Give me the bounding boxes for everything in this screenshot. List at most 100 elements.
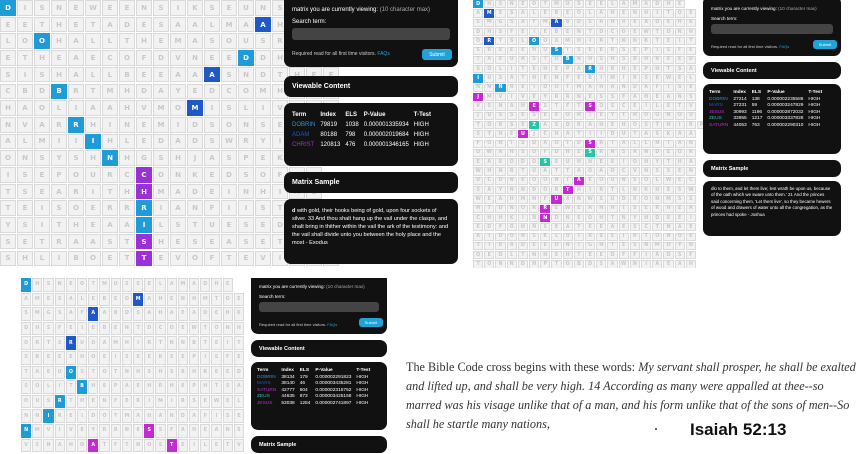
matrix-cell: S	[473, 18, 484, 27]
matrix-cell: S	[222, 380, 233, 394]
matrix-cell: A	[187, 33, 203, 50]
matrix-cell: S	[155, 438, 166, 453]
viewable-content-header-2[interactable]: Viewable Content	[703, 62, 841, 79]
faqs-link[interactable]: FAQs	[377, 51, 390, 57]
matrix-cell: E	[629, 46, 640, 55]
matrix-cell: P	[51, 167, 67, 183]
highlighted-letter: I	[85, 133, 101, 150]
matrix-cell: S	[166, 365, 177, 380]
matrix-cell: U	[238, 33, 254, 50]
matrix-cell: S	[77, 365, 88, 380]
viewable-content-header-3[interactable]: Viewable Content	[251, 340, 387, 357]
matrix-cell: T	[65, 394, 76, 409]
search-input[interactable]	[711, 24, 833, 34]
matrix-cell: S	[34, 150, 50, 166]
matrix-cell: J	[473, 111, 484, 120]
highlighted-letter: J	[473, 93, 484, 102]
matrix-cell: O	[99, 365, 110, 380]
matrix-cell: L	[200, 438, 211, 453]
matrix-cell: S	[495, 27, 506, 37]
matrix-cell: P	[641, 65, 652, 74]
search-input[interactable]	[292, 28, 450, 40]
table-row[interactable]: SATURN 44053 763 0.000002290310 HIGH	[709, 123, 827, 130]
matrix-cell: A	[551, 37, 562, 46]
matrix-cell: T	[585, 27, 596, 37]
highlighted-letter: M	[484, 9, 495, 18]
matrix-cell: U	[77, 336, 88, 350]
matrix-cell: O	[529, 148, 540, 158]
matrix-cell: E	[517, 176, 528, 185]
highlighted-letter: A	[573, 176, 584, 185]
submit-button[interactable]: Submit	[813, 40, 837, 49]
matrix-cell: S	[153, 0, 169, 16]
matrix-cell: S	[596, 93, 607, 102]
matrix-cell: O	[529, 158, 540, 167]
matrix-cell: S	[506, 9, 517, 18]
viewable-content-header-1[interactable]: Viewable Content	[284, 76, 458, 97]
highlighted-letter: M	[133, 292, 144, 307]
matrix-cell: H	[155, 307, 166, 321]
matrix-cell: F	[529, 18, 540, 27]
table-row[interactable]: DOBRIN 79819 1038 0.000001335934 HIGH	[292, 122, 436, 132]
matrix-cell: B	[189, 336, 200, 350]
matrix-cell: A	[607, 223, 618, 232]
matrix-cell: L	[155, 278, 166, 292]
matrix-cell: S	[204, 116, 220, 133]
matrix-cell: C	[221, 83, 237, 100]
matrix-cell: E	[88, 321, 99, 336]
matrix-cell: H	[596, 213, 607, 223]
matrix-cell: A	[641, 18, 652, 27]
matrix-cell: O	[629, 158, 640, 167]
faqs-link[interactable]: FAQs	[779, 44, 789, 49]
submit-button[interactable]: Submit	[422, 49, 452, 60]
table-row[interactable]: CHRIST 120813 476 0.000001346165 HIGH	[292, 142, 436, 152]
matrix-cell: D	[153, 50, 169, 66]
matrix-cell: E	[573, 74, 584, 83]
matrix-cell: D	[529, 139, 540, 148]
matrix-cell: D	[652, 213, 663, 223]
matrix-cell: I	[68, 100, 84, 116]
matrix-cell: S	[641, 120, 652, 130]
matrix-cell: A	[685, 158, 696, 167]
matrix-cell: Y	[170, 83, 186, 100]
matrix-cell: M	[153, 116, 169, 133]
matrix-cell: F	[200, 409, 211, 423]
matrix-cell: E	[585, 0, 596, 9]
matrix-cell: M	[110, 336, 121, 350]
highlighted-letter: D	[21, 278, 32, 292]
table-cell: HIGH	[413, 122, 429, 128]
matrix-cell: A	[211, 424, 222, 438]
matrix-cell: T	[88, 278, 99, 292]
submit-button[interactable]: Submit	[359, 318, 383, 327]
matrix-cell: T	[0, 183, 16, 200]
matrix-cell: O	[641, 195, 652, 204]
faqs-link[interactable]: FAQs	[327, 322, 337, 327]
matrix-cell: T	[551, 260, 562, 268]
matrix-cell: A	[144, 292, 155, 307]
table-cell: JESUS	[257, 400, 273, 406]
matrix-cell: O	[21, 336, 32, 350]
highlighted-letter: N	[102, 150, 118, 166]
matrix-sample-header-1[interactable]: Matrix Sample	[284, 172, 458, 193]
matrix-cell: S	[17, 217, 33, 233]
matrix-sample-header-2[interactable]: Matrix Sample	[703, 160, 841, 177]
table-row[interactable]: ADAM 80188 798 0.000002019684 HIGH	[292, 132, 436, 142]
matrix-cell: E	[551, 65, 562, 74]
matrix-cell: H	[144, 409, 155, 423]
search-input[interactable]	[259, 302, 379, 312]
matrix-cell: E	[255, 217, 271, 233]
highlighted-letter: S	[540, 158, 551, 167]
matrix-cell: M	[32, 292, 43, 307]
matrix-cell: T	[473, 260, 484, 268]
highlighted-letter: S	[585, 102, 596, 111]
table-row[interactable]: JESUS 53038 1284 0.000002741897 HIGH	[257, 401, 375, 408]
matrix-cell: H	[495, 213, 506, 223]
matrix-cell: V	[17, 116, 33, 133]
matrix-sample-header-3[interactable]: Matrix Sample	[251, 436, 387, 453]
matrix-cell: H	[562, 148, 573, 158]
matrix-cell: J	[529, 130, 540, 139]
matrix-cell: W	[189, 321, 200, 336]
matrix-cell: O	[68, 200, 84, 217]
matrix-cell: I	[652, 9, 663, 18]
matrix-cell: H	[596, 65, 607, 74]
